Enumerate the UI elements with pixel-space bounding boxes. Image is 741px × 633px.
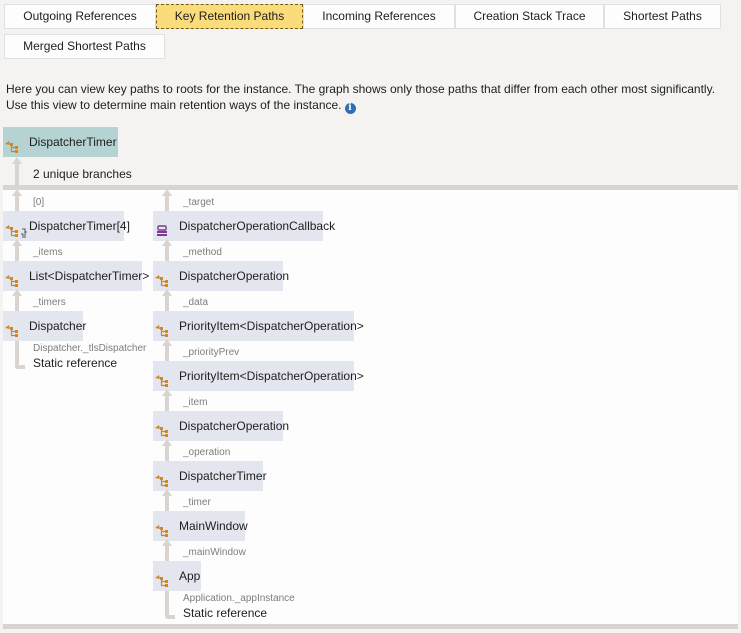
edge-label: _mainWindow	[183, 547, 246, 558]
arrow-up-icon	[162, 289, 172, 296]
node-label: MainWindow	[179, 519, 248, 533]
arrow-up-icon	[12, 189, 22, 196]
arrow-up-icon	[162, 339, 172, 346]
node-label: App	[179, 569, 201, 583]
description-line-1: Here you can view key paths to roots for…	[6, 82, 716, 96]
class-object-icon	[154, 419, 170, 437]
tab-incoming-references[interactable]: Incoming References	[303, 4, 455, 29]
node-label: List<DispatcherTimer>	[29, 269, 150, 283]
tab-merged-shortest-paths[interactable]: Merged Shortest Paths	[4, 34, 165, 59]
edge-label: _method	[183, 247, 222, 258]
arrow-up-icon	[162, 489, 172, 496]
root-connector	[15, 341, 25, 369]
class-object-icon	[4, 219, 20, 237]
edge-label: _timers	[33, 297, 66, 308]
arrow-up-icon	[12, 239, 22, 246]
node-label: DispatcherOperation	[179, 419, 290, 433]
tab-creation-stack-trace[interactable]: Creation Stack Trace	[455, 4, 604, 29]
object-node[interactable]: Dispatcher	[3, 311, 87, 341]
class-object-icon	[154, 269, 170, 287]
edge-label: _items	[33, 247, 63, 258]
edge-label: _item	[183, 397, 208, 408]
class-object-icon	[4, 135, 20, 153]
arrow-up-icon	[162, 389, 172, 396]
paths-graph-panel	[3, 190, 738, 624]
node-label: DispatcherOperationCallback	[179, 219, 336, 233]
gc-root-field: Application._appInstance	[183, 593, 295, 604]
arrow-up-icon	[162, 539, 172, 546]
object-node[interactable]: DispatcherOperation	[153, 411, 289, 441]
object-node[interactable]: App	[153, 561, 201, 591]
description-line-2: Use this view to determine main retentio…	[6, 98, 342, 112]
edge-label: _target	[183, 197, 215, 208]
edge-label: _priorityPrev	[183, 347, 240, 358]
node-label: PriorityItem<DispatcherOperation>	[179, 369, 364, 383]
description: Here you can view key paths to roots for…	[6, 81, 736, 114]
gc-root-kind: Static reference	[183, 606, 268, 620]
edge-label: _operation	[183, 447, 231, 458]
delegate-icon	[154, 219, 170, 236]
arrow-up-icon	[162, 439, 172, 446]
class-object-icon	[154, 319, 170, 337]
edge-label: [0]	[33, 197, 45, 208]
node-label: DispatcherOperation	[179, 269, 290, 283]
object-node[interactable]: DispatcherTimer	[153, 461, 267, 491]
root-connector	[165, 591, 175, 619]
gc-root-kind: Static reference	[33, 356, 118, 370]
object-node[interactable]: List<DispatcherTimer>	[3, 261, 149, 291]
arrow-up-icon	[162, 239, 172, 246]
class-object-icon	[154, 369, 170, 387]
object-node[interactable]: DispatcherOperation	[153, 261, 289, 291]
class-object-icon	[154, 569, 170, 587]
class-object-icon	[4, 319, 20, 337]
arrow-up-icon	[162, 189, 172, 196]
tab-outgoing-references[interactable]: Outgoing References	[4, 4, 156, 29]
info-icon[interactable]: i	[344, 103, 356, 114]
class-object-icon	[4, 269, 20, 287]
tab-key-retention-paths[interactable]: Key Retention Paths	[156, 4, 303, 29]
node-label: Dispatcher	[29, 319, 87, 333]
object-node[interactable]: PriorityItem<DispatcherOperation>	[153, 311, 364, 341]
node-label: DispatcherTimer	[29, 135, 117, 149]
arrow-up-icon	[12, 157, 22, 164]
root-instance-node[interactable]: DispatcherTimer	[3, 127, 118, 157]
class-object-icon	[154, 519, 170, 537]
edge-label: _timer	[183, 497, 211, 508]
object-node[interactable]: MainWindow	[153, 511, 248, 541]
edge-label: _data	[183, 297, 209, 308]
object-node[interactable]: PriorityItem<DispatcherOperation>	[153, 361, 364, 391]
node-label: PriorityItem<DispatcherOperation>	[179, 319, 364, 333]
arrow-up-icon	[12, 289, 22, 296]
array-icon	[20, 220, 28, 238]
object-node[interactable]: DispatcherOperationCallback	[153, 211, 335, 241]
node-label: DispatcherTimer[4]	[29, 219, 130, 233]
tab-shortest-paths[interactable]: Shortest Paths	[604, 4, 721, 29]
branches-count: 2 unique branches	[33, 167, 132, 181]
gc-root-field: Dispatcher._tlsDispatcher	[33, 343, 147, 354]
node-label: DispatcherTimer	[179, 469, 267, 483]
object-node[interactable]: DispatcherTimer[4]	[3, 211, 130, 241]
divider-bottom	[3, 624, 738, 629]
class-object-icon	[154, 469, 170, 487]
